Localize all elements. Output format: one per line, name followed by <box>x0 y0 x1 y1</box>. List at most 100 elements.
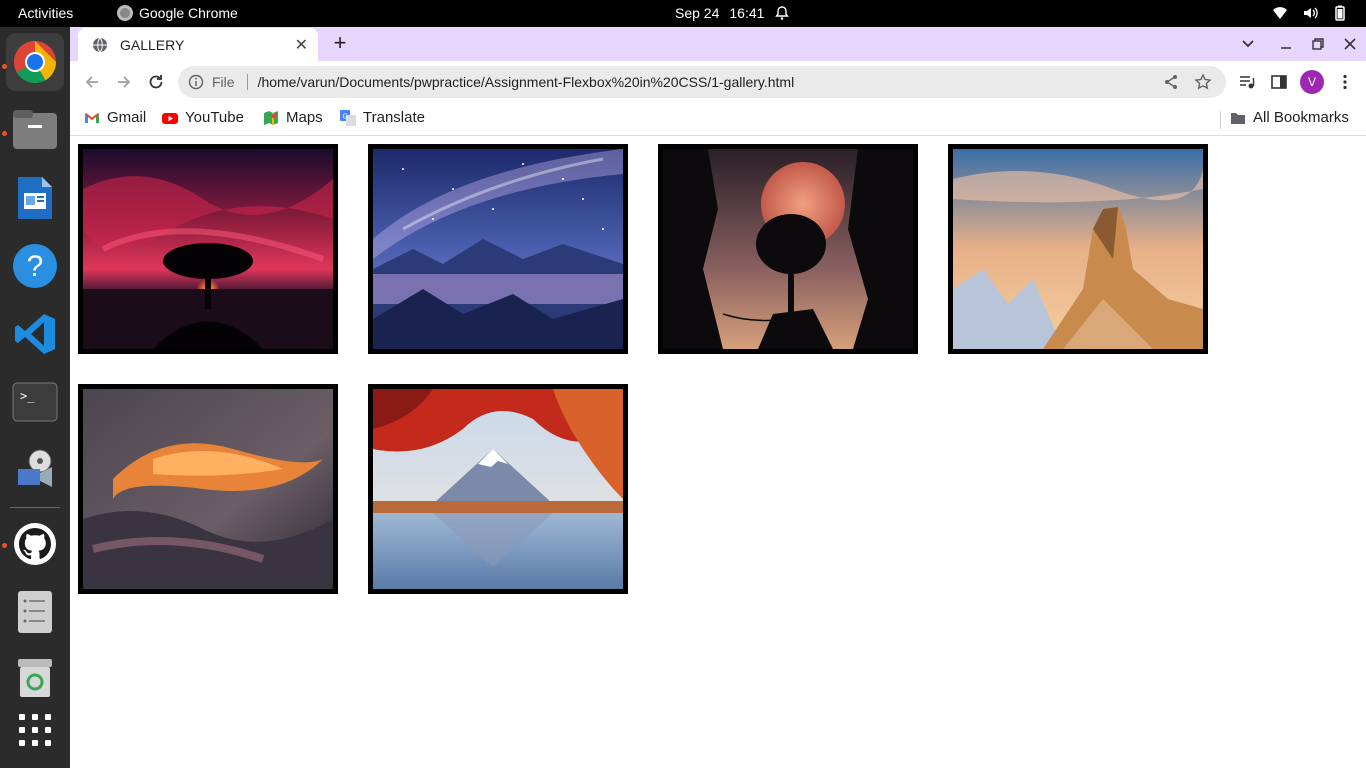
side-panel-icon[interactable] <box>1270 73 1288 91</box>
fuji-lake-image <box>373 389 623 589</box>
volume-icon <box>1304 7 1318 19</box>
tab-close-icon[interactable]: ✕ <box>295 35 308 55</box>
address-divider <box>246 74 248 90</box>
bookmark-label: Maps <box>286 109 323 126</box>
battery-icon <box>1335 5 1345 21</box>
dock-github[interactable] <box>6 515 64 573</box>
dock-chrome[interactable] <box>6 33 64 91</box>
share-icon[interactable] <box>1162 73 1180 91</box>
bookmark-translate[interactable]: G Translate <box>340 109 425 126</box>
gallery-image-1 <box>78 144 338 354</box>
files-icon <box>13 110 57 149</box>
writer-icon <box>18 177 52 219</box>
running-indicator <box>2 131 7 136</box>
wifi-icon <box>1273 7 1287 19</box>
tab-strip: GALLERY ✕ + <box>70 27 1366 61</box>
bookmarks-separator <box>1220 111 1221 129</box>
dock-terminal[interactable]: >_ <box>6 373 64 431</box>
dock-media[interactable] <box>6 441 64 499</box>
address-url[interactable]: /home/varun/Documents/pwpractice/Assignm… <box>258 74 1162 90</box>
rocky-peak-image <box>953 149 1203 349</box>
activities-button[interactable]: Activities <box>18 5 73 21</box>
app-menu[interactable]: Google Chrome <box>117 5 238 21</box>
moon-tree-image <box>663 149 913 349</box>
system-tray[interactable] <box>1272 5 1348 21</box>
minimize-icon[interactable] <box>1276 37 1296 51</box>
tab-title: GALLERY <box>120 36 185 53</box>
running-indicator <box>2 64 7 69</box>
text-editor-icon <box>18 591 52 633</box>
bookmark-star-icon[interactable] <box>1194 73 1212 91</box>
bookmark-gmail[interactable]: Gmail <box>84 109 146 126</box>
bookmarks-bar: Gmail YouTube Maps G Translate All Bookm… <box>70 103 1366 136</box>
bookmark-youtube[interactable]: YouTube <box>162 109 244 126</box>
bookmark-label: Translate <box>363 109 425 126</box>
terminal-icon: >_ <box>12 382 58 422</box>
running-indicator <box>2 543 7 548</box>
tab-gallery[interactable]: GALLERY ✕ <box>78 28 318 61</box>
chrome-mini-icon <box>117 5 133 21</box>
bookmark-maps[interactable]: Maps <box>263 109 323 126</box>
svg-text:?: ? <box>27 250 44 283</box>
dock-trash[interactable] <box>6 649 64 707</box>
globe-icon <box>93 37 107 52</box>
dock-files[interactable] <box>6 101 64 159</box>
sunset-tree-image <box>83 149 333 349</box>
app-name-label: Google Chrome <box>139 5 238 21</box>
gallery-image-5 <box>78 384 338 594</box>
reload-button[interactable] <box>145 71 167 93</box>
translate-icon: G <box>340 109 356 126</box>
help-icon: ? <box>13 244 57 288</box>
all-bookmarks-label: All Bookmarks <box>1253 109 1349 126</box>
dock-vscode[interactable] <box>6 305 64 363</box>
folder-icon <box>1231 112 1245 124</box>
dock-separator <box>10 507 60 508</box>
milky-way-image <box>373 149 623 349</box>
clock[interactable]: Sep 24 16:41 <box>675 5 790 21</box>
info-icon[interactable] <box>188 74 204 90</box>
youtube-icon <box>162 112 178 124</box>
gallery-image-2 <box>368 144 628 354</box>
new-tab-button[interactable]: + <box>328 32 352 56</box>
profile-avatar[interactable]: V <box>1300 70 1324 94</box>
bookmark-label: YouTube <box>185 109 244 126</box>
page-content <box>70 137 1366 768</box>
maps-icon <box>264 110 278 125</box>
toolbar: File /home/varun/Documents/pwpractice/As… <box>70 61 1366 103</box>
trash-icon <box>18 659 52 697</box>
time-label: 16:41 <box>729 5 765 21</box>
github-icon <box>14 523 56 565</box>
restore-icon[interactable] <box>1308 37 1328 51</box>
forward-button[interactable] <box>113 71 135 93</box>
tab-search-icon[interactable] <box>1238 37 1258 51</box>
bell-icon <box>775 6 790 20</box>
cloudy-sky-image <box>83 389 333 589</box>
bookmark-label: Gmail <box>107 109 147 126</box>
back-button[interactable] <box>81 71 103 93</box>
svg-text:>_: >_ <box>20 389 35 403</box>
media-icon <box>18 449 52 487</box>
chrome-icon <box>13 40 57 84</box>
media-queue-icon[interactable] <box>1238 73 1256 91</box>
menu-kebab-icon[interactable] <box>1336 73 1354 91</box>
svg-text:G: G <box>343 113 348 120</box>
date-label: Sep 24 <box>675 5 720 21</box>
dock-help[interactable]: ? <box>6 237 64 295</box>
all-bookmarks-button[interactable]: All Bookmarks <box>1230 109 1349 126</box>
forward-arrow-icon <box>118 76 131 88</box>
gallery-image-3 <box>658 144 918 354</box>
gallery-image-4 <box>948 144 1208 354</box>
back-arrow-icon <box>85 76 98 88</box>
reload-icon <box>149 75 163 89</box>
chrome-window: GALLERY ✕ + File /home/varun/Documents/p… <box>70 27 1366 768</box>
gallery-image-6 <box>368 384 628 594</box>
dock: ? >_ <box>0 27 70 768</box>
app-grid-icon <box>19 714 51 746</box>
dock-app-grid[interactable] <box>6 701 64 759</box>
gmail-icon <box>85 112 99 123</box>
dock-text-editor[interactable] <box>6 583 64 641</box>
dock-writer[interactable] <box>6 169 64 227</box>
system-top-bar: Activities Google Chrome Sep 24 16:41 <box>0 0 1366 27</box>
close-window-icon[interactable] <box>1340 37 1360 51</box>
address-bar[interactable]: File /home/varun/Documents/pwpractice/As… <box>178 66 1226 98</box>
